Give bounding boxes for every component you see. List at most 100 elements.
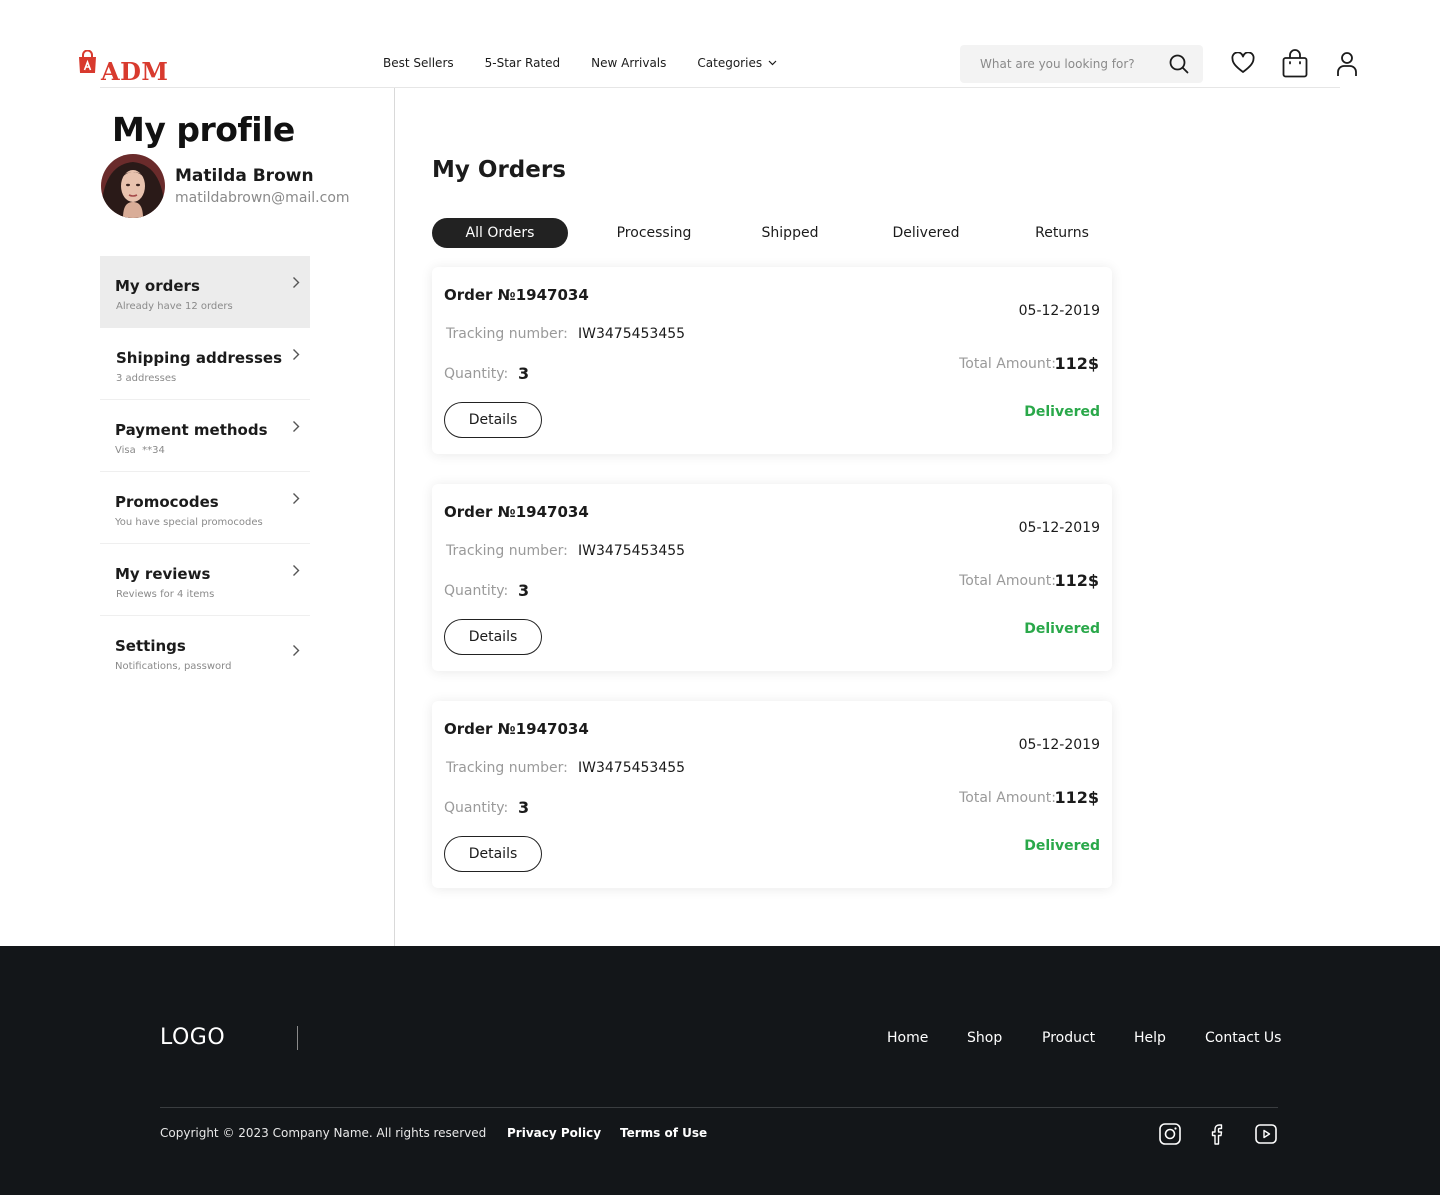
chevron-right-icon bbox=[293, 645, 300, 656]
tab-shipped[interactable]: Shipped bbox=[746, 218, 834, 248]
details-button[interactable]: Details bbox=[444, 402, 542, 438]
nav-new-arrivals[interactable]: New Arrivals bbox=[591, 56, 666, 70]
chevron-right-icon bbox=[293, 421, 300, 432]
page-title: My profile bbox=[112, 110, 295, 149]
chevron-right-icon bbox=[293, 277, 300, 288]
status-badge: Delivered bbox=[1024, 404, 1100, 420]
youtube-icon[interactable] bbox=[1255, 1123, 1277, 1145]
menu-item-label: My orders bbox=[115, 277, 200, 295]
menu-item-promocodes[interactable]: Promocodes You have special promocodes bbox=[100, 472, 310, 544]
tracking-number: IW3475453455 bbox=[578, 326, 686, 342]
footer-nav-help[interactable]: Help bbox=[1134, 1030, 1166, 1046]
quantity-value: 3 bbox=[518, 798, 530, 817]
order-id: Order №1947034 bbox=[444, 286, 589, 304]
menu-item-subtitle: Visa **34 bbox=[115, 445, 165, 456]
nav-categories[interactable]: Categories bbox=[697, 56, 777, 70]
menu-item-label: Promocodes bbox=[115, 493, 219, 511]
footer-nav-product[interactable]: Product bbox=[1042, 1030, 1095, 1046]
site-header: ADM Best Sellers 5-Star Rated New Arriva… bbox=[0, 0, 1440, 88]
avatar[interactable] bbox=[101, 154, 165, 218]
total-amount-value: 112$ bbox=[1054, 571, 1099, 590]
nav-five-star-rated[interactable]: 5-Star Rated bbox=[485, 56, 561, 70]
menu-item-subtitle: Notifications, password bbox=[115, 661, 232, 672]
menu-item-my-reviews[interactable]: My reviews Reviews for 4 items bbox=[100, 544, 310, 616]
chevron-right-icon bbox=[293, 349, 300, 360]
quantity-label: Quantity: bbox=[444, 366, 509, 382]
profile-menu: My orders Already have 12 orders Shippin… bbox=[100, 256, 310, 688]
order-card: Order №1947034 05-12-2019 Tracking numbe… bbox=[432, 484, 1112, 671]
order-id: Order №1947034 bbox=[444, 503, 589, 521]
header-divider bbox=[100, 87, 1340, 88]
menu-item-payment-methods[interactable]: Payment methods Visa **34 bbox=[100, 400, 310, 472]
tab-returns[interactable]: Returns bbox=[1022, 218, 1102, 248]
order-date: 05-12-2019 bbox=[1018, 737, 1100, 753]
nav-categories-label: Categories bbox=[697, 56, 763, 70]
search-input[interactable]: What are you looking for? bbox=[980, 57, 1135, 71]
menu-item-subtitle: 3 addresses bbox=[116, 373, 177, 384]
tracking-number: IW3475453455 bbox=[578, 760, 686, 776]
tab-processing[interactable]: Processing bbox=[602, 218, 706, 248]
total-amount-label: Total Amount: bbox=[959, 790, 1056, 806]
menu-item-label: Shipping addresses bbox=[116, 349, 283, 367]
menu-item-settings[interactable]: Settings Notifications, password bbox=[100, 616, 310, 688]
facebook-icon[interactable] bbox=[1207, 1123, 1229, 1145]
tab-all-orders[interactable]: All Orders bbox=[432, 218, 568, 248]
tracking-label: Tracking number: bbox=[446, 326, 568, 342]
tracking-label: Tracking number: bbox=[446, 760, 568, 776]
profile-email: matildabrown@mail.com bbox=[175, 190, 350, 206]
cart-bag-icon[interactable] bbox=[1282, 49, 1308, 78]
chevron-right-icon bbox=[293, 565, 300, 576]
tracking-number: IW3475453455 bbox=[578, 543, 686, 559]
menu-item-shipping-addresses[interactable]: Shipping addresses 3 addresses bbox=[100, 328, 310, 400]
footer-nav-home[interactable]: Home bbox=[887, 1030, 928, 1046]
terms-of-use-link[interactable]: Terms of Use bbox=[620, 1126, 707, 1140]
copyright-text: Copyright © 2023 Company Name. All right… bbox=[160, 1126, 487, 1140]
quantity-label: Quantity: bbox=[444, 583, 509, 599]
avatar-photo bbox=[101, 154, 165, 218]
menu-item-label: My reviews bbox=[115, 565, 211, 583]
chevron-right-icon bbox=[293, 493, 300, 504]
order-date: 05-12-2019 bbox=[1018, 303, 1100, 319]
total-amount-label: Total Amount: bbox=[959, 356, 1056, 372]
brand-logo[interactable]: ADM bbox=[78, 50, 169, 84]
shopping-bag-logo-icon bbox=[79, 50, 96, 73]
profile-name: Matilda Brown bbox=[175, 166, 314, 186]
total-amount-value: 112$ bbox=[1054, 788, 1099, 807]
footer-nav-shop[interactable]: Shop bbox=[967, 1030, 1002, 1046]
details-button[interactable]: Details bbox=[444, 836, 542, 872]
order-card: Order №1947034 05-12-2019 Tracking numbe… bbox=[432, 267, 1112, 454]
footer-nav-contact-us[interactable]: Contact Us bbox=[1205, 1030, 1281, 1046]
user-account-icon[interactable] bbox=[1336, 51, 1358, 77]
quantity-label: Quantity: bbox=[444, 800, 509, 816]
details-button[interactable]: Details bbox=[444, 619, 542, 655]
menu-item-label: Settings bbox=[115, 637, 186, 655]
status-badge: Delivered bbox=[1024, 838, 1100, 854]
tab-delivered[interactable]: Delivered bbox=[878, 218, 974, 248]
menu-item-subtitle: Already have 12 orders bbox=[116, 301, 233, 312]
heart-icon[interactable] bbox=[1231, 52, 1255, 74]
footer-logo[interactable]: LOGO bbox=[160, 1025, 225, 1050]
chevron-down-icon bbox=[768, 60, 777, 66]
footer-divider bbox=[160, 1107, 1278, 1108]
total-amount-value: 112$ bbox=[1054, 354, 1099, 373]
search-box[interactable]: What are you looking for? bbox=[960, 45, 1203, 83]
search-icon[interactable] bbox=[1169, 54, 1189, 74]
main-nav: Best Sellers 5-Star Rated New Arrivals C… bbox=[383, 56, 808, 70]
order-id: Order №1947034 bbox=[444, 720, 589, 738]
nav-best-sellers[interactable]: Best Sellers bbox=[383, 56, 454, 70]
menu-item-subtitle: You have special promocodes bbox=[115, 517, 263, 528]
status-badge: Delivered bbox=[1024, 621, 1100, 637]
privacy-policy-link[interactable]: Privacy Policy bbox=[507, 1126, 601, 1140]
quantity-value: 3 bbox=[518, 364, 530, 383]
menu-item-subtitle: Reviews for 4 items bbox=[116, 589, 215, 600]
footer-separator bbox=[297, 1026, 298, 1050]
quantity-value: 3 bbox=[518, 581, 530, 600]
order-date: 05-12-2019 bbox=[1018, 520, 1100, 536]
menu-item-my-orders[interactable]: My orders Already have 12 orders bbox=[100, 256, 310, 328]
instagram-icon[interactable] bbox=[1159, 1123, 1181, 1145]
sidebar-divider bbox=[394, 88, 395, 946]
order-card: Order №1947034 05-12-2019 Tracking numbe… bbox=[432, 701, 1112, 888]
menu-item-label: Payment methods bbox=[115, 421, 268, 439]
site-footer: LOGO Home Shop Product Help Contact Us C… bbox=[0, 946, 1440, 1195]
brand-logo-text: ADM bbox=[101, 57, 169, 86]
